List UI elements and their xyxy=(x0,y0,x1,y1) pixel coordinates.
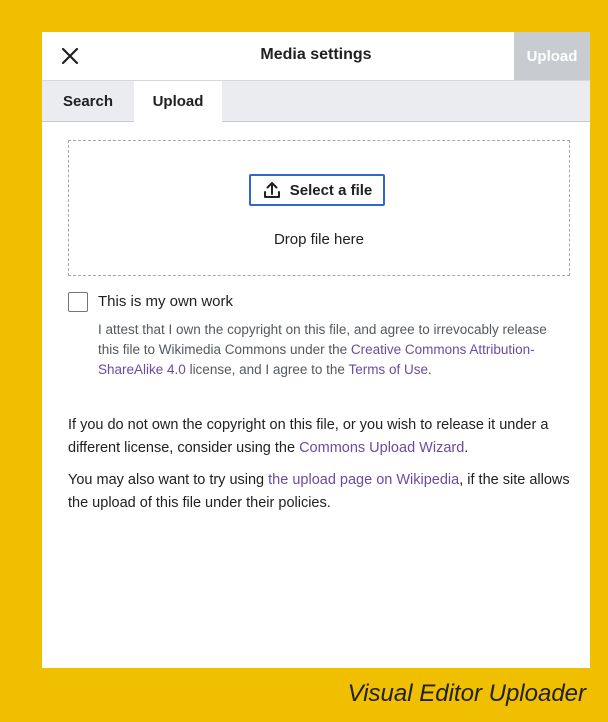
select-file-button[interactable]: Select a file xyxy=(249,174,385,206)
info-text-2: . xyxy=(464,440,469,456)
attestation-text: I attest that I own the copyright on thi… xyxy=(98,320,568,380)
media-settings-dialog: Media settings Upload Search Upload Sele… xyxy=(42,32,590,668)
commons-upload-wizard-link[interactable]: Commons Upload Wizard xyxy=(299,440,464,456)
wikipedia-upload-info: You may also want to try using the uploa… xyxy=(68,469,572,515)
own-work-label[interactable]: This is my own work xyxy=(98,293,233,310)
file-drop-zone[interactable]: Select a file Drop file here xyxy=(68,140,570,276)
own-work-checkbox[interactable] xyxy=(68,292,88,312)
wikipedia-upload-page-link[interactable]: the upload page on Wikipedia xyxy=(268,472,459,488)
terms-of-use-link[interactable]: Terms of Use xyxy=(348,362,428,377)
tab-bar: Search Upload xyxy=(42,81,590,122)
upload-icon xyxy=(263,182,280,198)
caption-text: Visual Editor Uploader xyxy=(347,680,586,707)
tab-search[interactable]: Search xyxy=(42,81,134,121)
dialog-title: Media settings xyxy=(260,46,372,63)
dialog-header: Media settings Upload xyxy=(42,32,590,81)
select-file-label: Select a file xyxy=(289,181,373,199)
upload-button[interactable]: Upload xyxy=(514,32,590,80)
attest-text-3: . xyxy=(427,362,432,377)
upload-wizard-info: If you do not own the copyright on this … xyxy=(68,414,572,460)
info-text-3: You may also want to try using xyxy=(68,472,269,488)
tab-upload[interactable]: Upload xyxy=(134,81,222,122)
drop-file-text: Drop file here xyxy=(273,231,365,248)
attest-text-2: license, and I agree to the xyxy=(185,362,349,377)
